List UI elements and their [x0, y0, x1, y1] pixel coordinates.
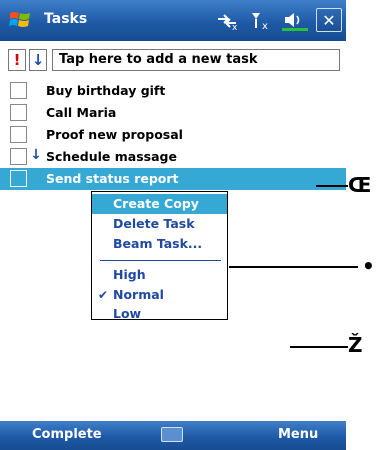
complete-softkey[interactable]: Complete	[32, 427, 102, 442]
menu-item-normal[interactable]: ✔ Normal	[92, 285, 227, 305]
callout-label-3: Ž	[348, 333, 363, 357]
priority-mark	[30, 169, 42, 189]
task-label: Buy birthday gift	[46, 83, 166, 98]
priority-mark	[30, 125, 42, 145]
task-label: Proof new proposal	[46, 127, 183, 142]
menu-item-normal-label: Normal	[113, 287, 164, 302]
signal-icon[interactable]: x	[248, 9, 274, 31]
checkmark-icon: ✔	[98, 288, 109, 302]
callout-label-1: Œ	[348, 173, 372, 197]
task-label: Send status report	[46, 171, 179, 186]
menu-divider	[100, 260, 221, 261]
task-label: Call Maria	[46, 105, 117, 120]
callout-line-2	[229, 266, 358, 268]
task-row[interactable]: Call Maria	[0, 102, 346, 124]
volume-icon[interactable]	[282, 9, 308, 31]
priority-mark	[30, 81, 42, 101]
sort-button[interactable]: ↓	[29, 49, 47, 71]
windows-flag-icon[interactable]	[8, 9, 32, 31]
new-task-bar: ! ↓ Tap here to add a new task	[0, 44, 346, 74]
app-title: Tasks	[44, 11, 88, 27]
callout-label-2: •	[362, 254, 375, 278]
svg-text:x: x	[262, 21, 268, 31]
task-checkbox[interactable]	[10, 148, 27, 165]
menu-item-beam-task[interactable]: Beam Task...	[92, 234, 227, 254]
menu-item-delete-task[interactable]: Delete Task	[92, 214, 227, 234]
keyboard-icon[interactable]	[161, 427, 183, 442]
task-checkbox[interactable]	[10, 104, 27, 121]
task-row[interactable]: Buy birthday gift	[0, 80, 346, 102]
close-button[interactable]: ✕	[316, 8, 342, 32]
pocketpc-screen: Tasks x x ✕ ! ↓ Tap here to add a new ta…	[0, 0, 346, 450]
menu-item-create-copy[interactable]: Create Copy	[92, 194, 227, 214]
priority-button[interactable]: !	[8, 49, 26, 71]
svg-text:x: x	[232, 23, 238, 31]
connectivity-icon[interactable]: x	[214, 9, 240, 31]
priority-mark	[30, 103, 42, 123]
close-icon: ✕	[322, 10, 336, 30]
callout-line-1	[316, 185, 348, 187]
status-icons: x x ✕	[214, 6, 342, 34]
task-row[interactable]: Proof new proposal	[0, 124, 346, 146]
new-task-input[interactable]: Tap here to add a new task	[52, 49, 340, 71]
task-checkbox[interactable]	[10, 170, 27, 187]
menu-item-low[interactable]: Low	[92, 304, 227, 324]
task-checkbox[interactable]	[10, 126, 27, 143]
sort-down-icon: ↓	[31, 51, 45, 69]
callout-line-3	[290, 346, 348, 348]
priority-icon: !	[13, 51, 21, 69]
low-priority-icon: ↓	[30, 147, 42, 163]
task-checkbox[interactable]	[10, 82, 27, 99]
menu-softkey[interactable]: Menu	[278, 427, 318, 442]
task-row[interactable]: ↓ Schedule massage	[0, 146, 346, 168]
task-row-selected[interactable]: Send status report	[0, 168, 346, 190]
softkey-bar: Complete Menu	[0, 421, 346, 450]
task-label: Schedule massage	[46, 149, 177, 164]
title-bar: Tasks x x ✕	[0, 0, 346, 41]
task-context-menu: Create Copy Delete Task Beam Task... Hig…	[91, 191, 228, 321]
task-list: Buy birthday gift Call Maria Proof new p…	[0, 80, 346, 190]
menu-item-high[interactable]: High	[92, 265, 227, 285]
